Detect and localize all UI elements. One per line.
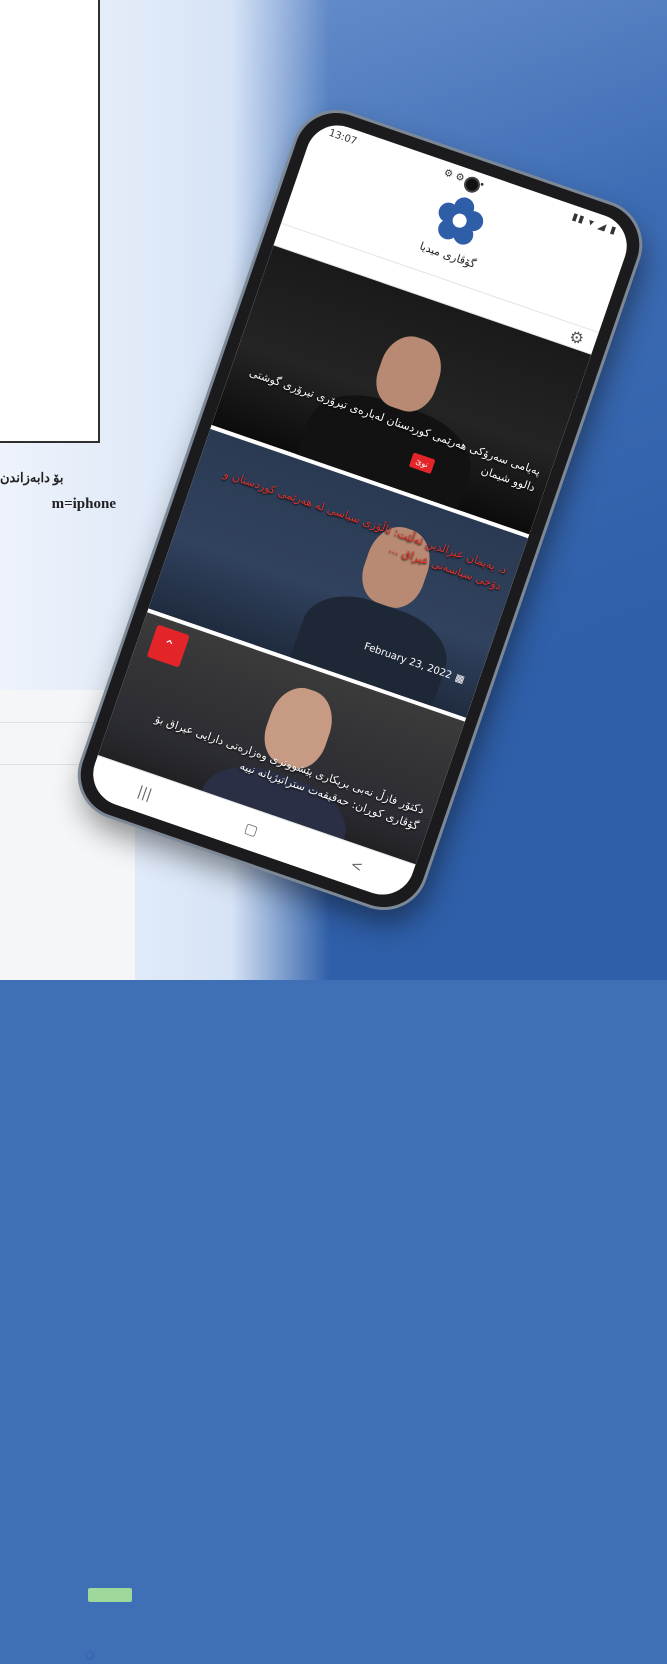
white-frame-panel — [0, 0, 100, 443]
download-caption: بۆ دابەزاندن — [0, 470, 64, 485]
home-icon[interactable]: ▢ — [242, 820, 260, 839]
calendar-icon: ▦ — [453, 672, 466, 686]
recent-apps-icon[interactable]: ||| — [135, 783, 154, 803]
green-button[interactable] — [88, 1588, 132, 1602]
back-icon[interactable]: < — [348, 857, 364, 876]
flower-logo-icon: ✿ — [84, 1648, 96, 1664]
settings-gear-icon[interactable]: ⚙ — [567, 326, 587, 349]
url-caption: m=iphone — [51, 496, 116, 512]
scroll-to-top-button[interactable]: ⌃ — [146, 624, 190, 668]
